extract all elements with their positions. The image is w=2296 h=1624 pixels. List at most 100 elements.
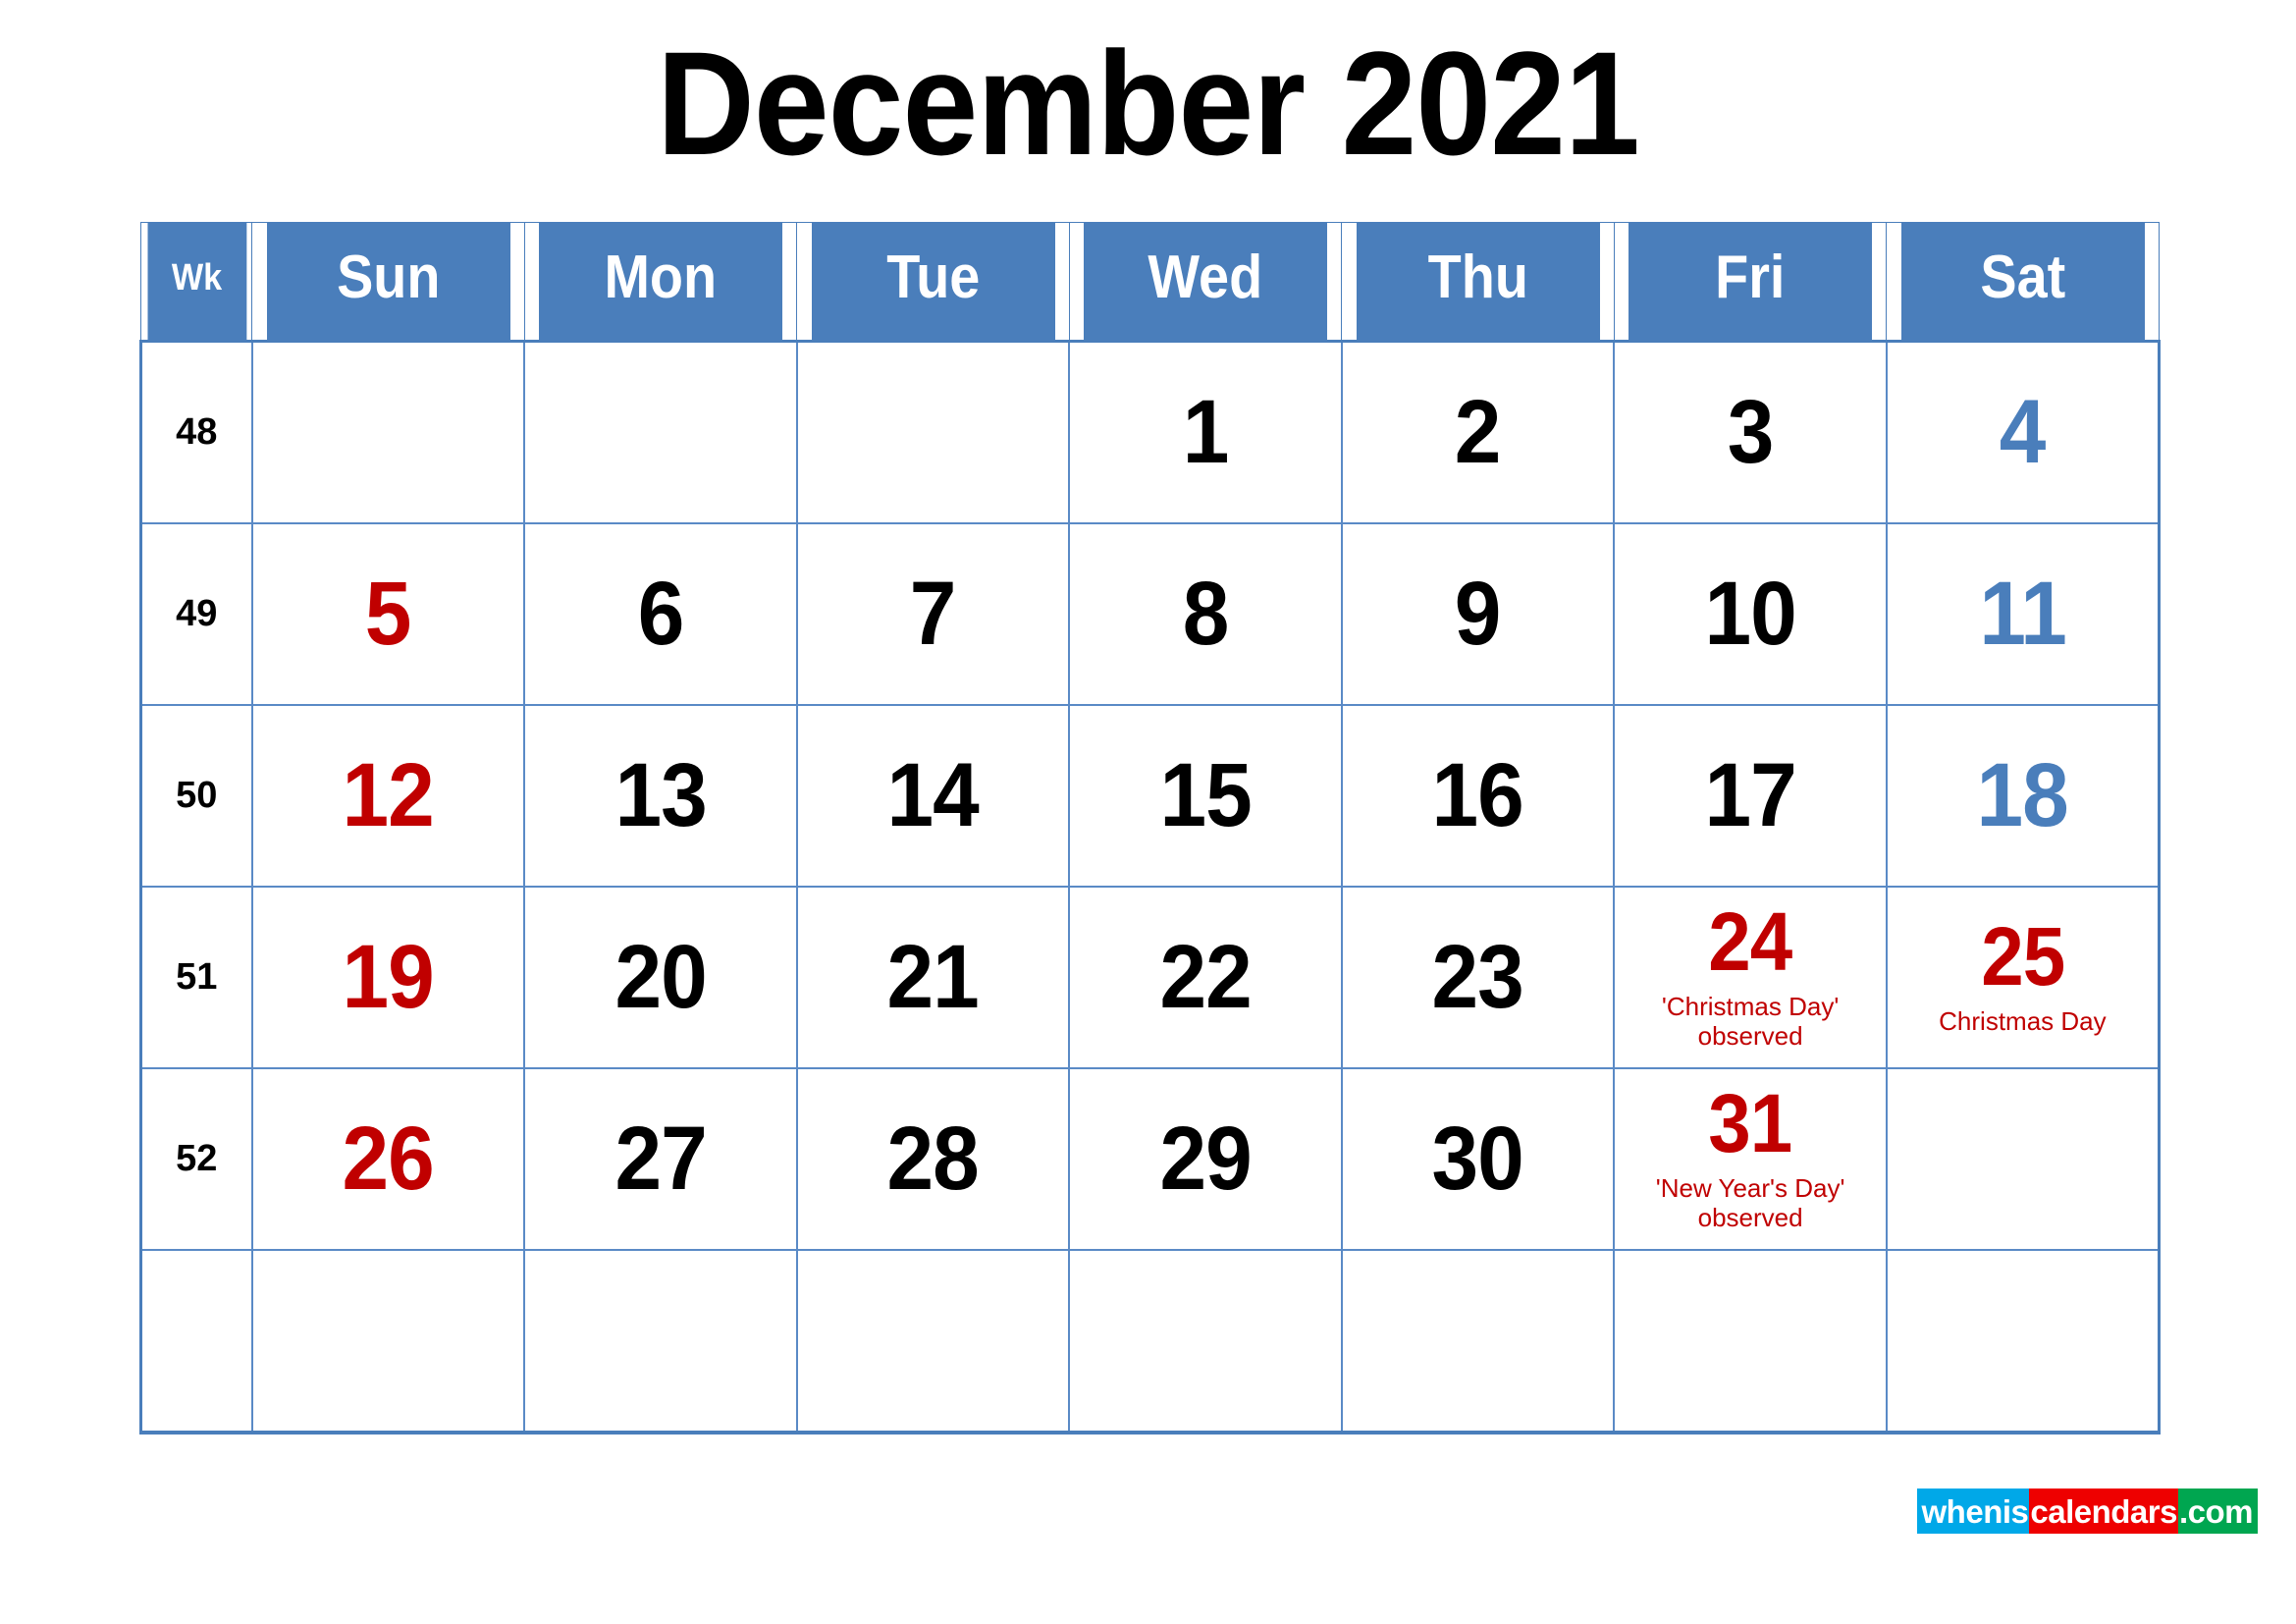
header-week: Wk (145, 222, 247, 342)
day-number: 21 (886, 926, 980, 1027)
day-cell[interactable]: 23 (1340, 886, 1616, 1069)
day-cell[interactable]: 20 (523, 886, 798, 1069)
day-cell[interactable]: 10 (1613, 522, 1888, 706)
day-cell-content: 23 (1343, 888, 1614, 1067)
day-number: 1 (1182, 381, 1230, 482)
day-cell[interactable]: 3 (1613, 340, 1888, 524)
day-number: 7 (910, 563, 957, 664)
calendar-week-row (139, 1249, 2161, 1435)
day-cell[interactable]: 28 (795, 1067, 1071, 1251)
day-cell[interactable]: 22 (1068, 886, 1343, 1069)
day-number: 3 (1727, 381, 1775, 482)
day-cell-content (525, 1251, 796, 1431)
holiday-label: 'Christmas Day' observed (1661, 991, 1840, 1052)
day-number: 19 (342, 926, 435, 1027)
day-number: 10 (1704, 563, 1796, 664)
day-cell[interactable]: 5 (250, 522, 526, 706)
page-title: December 2021 (657, 21, 1640, 186)
day-number: 25 (1980, 910, 2065, 1003)
day-cell-content: 28 (798, 1069, 1069, 1249)
day-cell[interactable]: 30 (1340, 1067, 1616, 1251)
day-number: 27 (614, 1108, 707, 1209)
day-number: 13 (614, 744, 707, 845)
day-cell-empty (1340, 1249, 1616, 1435)
calendar-body: 48 1 2 3 4 49 5 6 7 8 9 10 11 50 12 13 14 15 16 17 18 51 19 20 2… (139, 340, 2161, 1435)
week-number-cell: 48 (139, 340, 253, 524)
day-cell[interactable]: 9 (1340, 522, 1616, 706)
day-cell[interactable]: 16 (1340, 704, 1616, 888)
day-number: 5 (364, 563, 412, 664)
day-cell-content: 6 (525, 524, 796, 704)
day-cell-content: 4 (1888, 343, 2158, 522)
day-number: 15 (1159, 744, 1252, 845)
day-cell[interactable]: 21 (795, 886, 1071, 1069)
day-cell[interactable]: 19 (250, 886, 526, 1069)
day-number: 17 (1704, 744, 1796, 845)
day-cell-content (1888, 1251, 2158, 1431)
day-cell-empty (523, 340, 798, 524)
calendar-week-row: 52 26 27 28 29 30 31 'New Year's Day' observed (139, 1067, 2161, 1251)
day-cell[interactable]: 24 'Christmas Day' observed (1613, 886, 1888, 1069)
day-cell[interactable]: 11 (1885, 522, 2161, 706)
day-number: 16 (1431, 744, 1524, 845)
holiday-label: Christmas Day (1939, 1006, 2107, 1037)
day-cell-empty (795, 1249, 1071, 1435)
day-cell[interactable]: 18 (1885, 704, 2161, 888)
day-cell-content: 24 'Christmas Day' observed (1615, 888, 1886, 1067)
header-row: Wk Sun Mon Tue Wed Thu Fri Sat (141, 222, 2160, 342)
day-number: 12 (342, 744, 435, 845)
week-number-cell (139, 1249, 253, 1435)
day-cell-content: 25 Christmas Day (1888, 888, 2158, 1067)
day-cell-content: 7 (798, 524, 1069, 704)
day-number: 9 (1455, 563, 1502, 664)
day-cell[interactable]: 15 (1068, 704, 1343, 888)
calendar-grid: Wk Sun Mon Tue Wed Thu Fri Sat 48 1 2 3 4 49 5… (139, 222, 2161, 1435)
day-cell[interactable]: 2 (1340, 340, 1616, 524)
day-cell-content: 1 (1070, 343, 1341, 522)
day-cell[interactable]: 17 (1613, 704, 1888, 888)
day-cell-content (253, 1251, 524, 1431)
day-cell-content (1343, 1251, 1614, 1431)
day-number: 18 (1976, 744, 2069, 845)
day-cell-content: 11 (1888, 524, 2158, 704)
day-cell[interactable]: 1 (1068, 340, 1343, 524)
day-cell-content: 3 (1615, 343, 1886, 522)
day-cell[interactable]: 29 (1068, 1067, 1343, 1251)
calendar-header: Wk Sun Mon Tue Wed Thu Fri Sat (141, 222, 2160, 342)
day-cell[interactable]: 27 (523, 1067, 798, 1251)
day-cell[interactable]: 8 (1068, 522, 1343, 706)
calendar-week-row: 51 19 20 21 22 23 24 'Christmas Day' observed 25… (139, 886, 2161, 1069)
day-cell-content: 2 (1343, 343, 1614, 522)
day-number: 31 (1708, 1076, 1793, 1169)
day-cell-content: 5 (253, 524, 524, 704)
day-cell[interactable]: 25 Christmas Day (1885, 886, 2161, 1069)
day-number: 24 (1708, 894, 1793, 988)
calendar-week-row: 50 12 13 14 15 16 17 18 (139, 704, 2161, 888)
day-number: 23 (1431, 926, 1524, 1027)
day-cell-content: 9 (1343, 524, 1614, 704)
day-cell[interactable]: 31 'New Year's Day' observed (1613, 1067, 1888, 1251)
day-cell[interactable]: 7 (795, 522, 1071, 706)
day-cell-content (253, 343, 524, 522)
day-cell[interactable]: 12 (250, 704, 526, 888)
header-day-mon: Mon (537, 222, 784, 342)
day-cell[interactable]: 6 (523, 522, 798, 706)
day-number: 22 (1159, 926, 1252, 1027)
day-cell[interactable]: 13 (523, 704, 798, 888)
day-number: 30 (1431, 1108, 1524, 1209)
day-cell-empty (523, 1249, 798, 1435)
day-cell-content (525, 343, 796, 522)
day-cell-content: 29 (1070, 1069, 1341, 1249)
week-number-cell: 51 (139, 886, 253, 1069)
day-cell[interactable]: 14 (795, 704, 1071, 888)
site-logo[interactable]: whenis calendars .com (1916, 1489, 2258, 1534)
header-day-fri: Fri (1627, 222, 1874, 342)
day-cell-content: 16 (1343, 706, 1614, 886)
day-cell-empty (795, 340, 1071, 524)
holiday-label: 'New Year's Day' observed (1655, 1172, 1845, 1233)
day-cell-empty (1885, 1249, 2161, 1435)
logo-part-com: .com (2177, 1489, 2258, 1534)
day-cell[interactable]: 26 (250, 1067, 526, 1251)
calendar-week-row: 49 5 6 7 8 9 10 11 (139, 522, 2161, 706)
day-cell[interactable]: 4 (1885, 340, 2161, 524)
